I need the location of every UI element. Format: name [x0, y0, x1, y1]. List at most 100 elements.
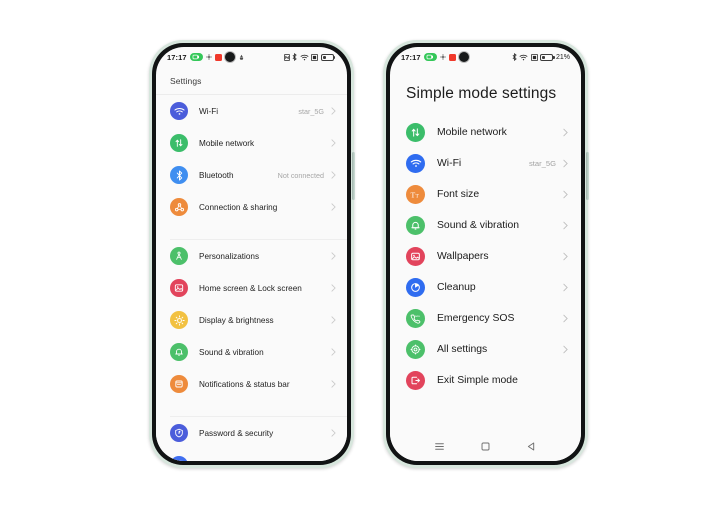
list-item-bluetooth[interactable]: Bluetooth Not connected — [156, 159, 347, 191]
sim-icon — [530, 53, 538, 61]
wifi-icon — [170, 102, 188, 120]
list-item-value: star_5G — [298, 106, 324, 116]
chevron-right-icon — [563, 252, 568, 261]
list-item-personalizations[interactable]: Personalizations — [156, 240, 347, 272]
chevron-right-icon — [331, 107, 336, 115]
privacy-icon — [170, 456, 188, 461]
list-item-password-security[interactable]: Password & security — [156, 417, 347, 449]
list-item-all-settings[interactable]: All settings — [390, 334, 581, 365]
status-bar-clock: 17:17 — [401, 52, 421, 62]
status-bar-clock: 17:17 — [167, 52, 187, 62]
list-item-label: Exit Simple mode — [437, 375, 518, 386]
all-settings-icon — [406, 340, 425, 359]
connection-sharing-icon — [170, 198, 188, 216]
list-item-wallpapers[interactable]: Wallpapers — [390, 241, 581, 272]
list-item-label: Privacy — [199, 461, 226, 462]
list-item-label: Connection & sharing — [199, 202, 278, 212]
chevron-right-icon — [563, 128, 568, 137]
chevron-right-icon — [331, 203, 336, 211]
list-item-label: Wi-Fi — [437, 158, 462, 169]
chevron-right-icon — [331, 252, 336, 260]
page-title-left: Settings — [170, 76, 202, 86]
settings-list-section-1: Wi-Fi star_5G Mobile network Bluetooth N… — [156, 95, 347, 223]
svg-text:T: T — [416, 193, 420, 199]
chevron-right-icon — [331, 284, 336, 292]
status-bar-left-group: 17:17 — [401, 52, 469, 62]
dark-mode-icon — [238, 54, 245, 61]
bluetooth-icon — [170, 166, 188, 184]
battery-icon — [320, 53, 335, 61]
list-item-font-size[interactable]: TT Font size — [390, 179, 581, 210]
list-item-label: Password & security — [199, 428, 274, 438]
list-item-cleanup[interactable]: Cleanup — [390, 272, 581, 303]
list-item-mobile-network[interactable]: Mobile network — [156, 127, 347, 159]
list-item-home-lock-screen[interactable]: Home screen & Lock screen — [156, 272, 347, 304]
list-item-value: star_5G — [528, 159, 556, 168]
list-item-display-brightness[interactable]: Display & brightness — [156, 304, 347, 336]
list-item-label: Cleanup — [437, 282, 476, 293]
list-item-label: Wallpapers — [437, 251, 489, 262]
android-navigation-bar — [390, 431, 581, 461]
list-item-label: Personalizations — [199, 251, 260, 261]
list-item-label: Font size — [437, 189, 480, 200]
chevron-right-icon — [563, 314, 568, 323]
chevron-right-icon — [331, 348, 336, 356]
sound-vibration-icon — [170, 343, 188, 361]
volume-button-left-phone[interactable] — [352, 152, 355, 200]
emergency-sos-icon: sos — [406, 309, 425, 328]
notifications-icon — [170, 375, 188, 393]
recents-menu-icon[interactable] — [434, 441, 445, 452]
svg-text:sos: sos — [415, 314, 420, 318]
list-item-label: Display & brightness — [199, 315, 274, 325]
screen-record-pill-icon — [189, 53, 203, 61]
list-item-exit-simple-mode[interactable]: Exit Simple mode — [390, 365, 581, 396]
list-item-sound-vibration[interactable]: Sound & vibration — [156, 336, 347, 368]
list-item-label: Mobile network — [199, 138, 255, 148]
list-item-sound-vibration[interactable]: Sound & vibration — [390, 210, 581, 241]
list-item-label: Notifications & status bar — [199, 379, 290, 389]
chevron-right-icon — [563, 283, 568, 292]
gear-icon — [439, 54, 446, 60]
camera-punch-hole-icon — [458, 52, 469, 62]
nfc-icon — [283, 53, 290, 61]
settings-list-section-2: Personalizations Home screen & Lock scre… — [156, 240, 347, 400]
list-item-label: Mobile network — [437, 127, 507, 138]
phone-bezel-right: 17:17 21% Simple mode settings Mobile ne… — [386, 43, 585, 465]
list-item-label: Sound & vibration — [437, 220, 520, 231]
list-item-value: Not connected — [277, 170, 324, 180]
list-item-privacy[interactable]: Privacy — [156, 449, 347, 461]
phone-screen-left: 17:17 Settings Wi-Fi star_5G Mobile netw… — [156, 47, 347, 461]
home-square-icon[interactable] — [480, 441, 491, 452]
list-item-notifications-status-bar[interactable]: Notifications & status bar — [156, 368, 347, 400]
list-item-connection-sharing[interactable]: Connection & sharing — [156, 191, 347, 223]
chevron-right-icon — [331, 171, 336, 179]
phone-bezel-left: 17:17 Settings Wi-Fi star_5G Mobile netw… — [152, 43, 351, 465]
cleanup-icon — [406, 278, 425, 297]
back-triangle-icon[interactable] — [526, 441, 537, 452]
bluetooth-icon — [512, 53, 517, 61]
sim-icon — [311, 53, 318, 61]
page-title-right: Simple mode settings — [406, 85, 557, 102]
gear-icon — [205, 54, 212, 60]
chevron-right-icon — [331, 139, 336, 147]
list-item-emergency-sos[interactable]: sos Emergency SOS — [390, 303, 581, 334]
status-bar-left-group: 17:17 — [167, 52, 245, 62]
home-lock-screen-icon — [170, 279, 188, 297]
list-item-mobile-network[interactable]: Mobile network — [390, 117, 581, 148]
wifi-icon — [406, 154, 425, 173]
chevron-right-icon — [563, 345, 568, 354]
list-item-wifi[interactable]: Wi-Fi star_5G — [156, 95, 347, 127]
sound-vibration-icon — [406, 216, 425, 235]
list-item-wifi[interactable]: Wi-Fi star_5G — [390, 148, 581, 179]
volume-button-right-phone[interactable] — [586, 152, 589, 200]
status-bar-right-group — [283, 53, 337, 61]
wallpapers-icon — [406, 247, 425, 266]
wifi-icon — [299, 54, 309, 61]
section-gap — [156, 223, 347, 239]
status-bar-left: 17:17 — [156, 47, 347, 67]
list-item-label: Home screen & Lock screen — [199, 283, 302, 293]
list-item-label: All settings — [437, 344, 488, 355]
list-item-label: Sound & vibration — [199, 347, 264, 357]
font-size-icon: TT — [406, 185, 425, 204]
personalizations-icon — [170, 247, 188, 265]
